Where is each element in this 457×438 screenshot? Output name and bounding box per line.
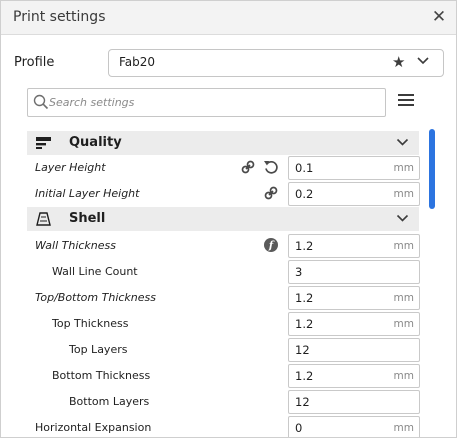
setting-value: 1.2 bbox=[295, 369, 314, 383]
setting-label: Top Thickness bbox=[52, 317, 129, 330]
chevron-down-icon[interactable] bbox=[396, 214, 409, 223]
setting-unit: mm bbox=[393, 162, 414, 174]
setting-unit: mm bbox=[393, 422, 414, 434]
setting-label: Wall Thickness bbox=[35, 239, 116, 252]
setting-label: Bottom Layers bbox=[69, 395, 150, 408]
quality-icon bbox=[36, 137, 51, 149]
setting-row-initial-layer-height: Initial Layer Height 0.2 mm bbox=[27, 181, 423, 207]
wall-line-count-input[interactable]: 3 bbox=[288, 260, 420, 284]
search-icon bbox=[33, 94, 49, 110]
setting-value: 1.2 bbox=[295, 317, 314, 331]
scrollbar-thumb[interactable] bbox=[429, 129, 435, 209]
category-shell[interactable]: Shell bbox=[27, 207, 419, 231]
setting-value: 0 bbox=[295, 421, 303, 435]
print-settings-panel: Print settings ✕ Profile Fab20 ★ Search … bbox=[0, 0, 457, 438]
setting-label: Layer Height bbox=[35, 161, 106, 174]
category-label: Shell bbox=[69, 211, 106, 226]
setting-row-layer-height: Layer Height 0.1 mm bbox=[27, 155, 423, 181]
category-quality[interactable]: Quality bbox=[27, 131, 419, 155]
setting-row-bottom-layers: Bottom Layers 12 bbox=[27, 389, 423, 415]
setting-value: 1.2 bbox=[295, 239, 314, 253]
top-layers-input[interactable]: 12 bbox=[288, 338, 420, 362]
panel-title: Print settings bbox=[13, 9, 106, 25]
setting-value: 0.1 bbox=[295, 161, 314, 175]
setting-unit: mm bbox=[393, 318, 414, 330]
setting-value: 12 bbox=[295, 343, 310, 357]
profile-label: Profile bbox=[14, 55, 55, 70]
function-icon[interactable]: f bbox=[263, 237, 279, 253]
shell-icon bbox=[36, 212, 51, 226]
reset-icon[interactable] bbox=[263, 159, 279, 175]
initial-layer-height-input[interactable]: 0.2 mm bbox=[288, 182, 420, 206]
setting-label: Bottom Thickness bbox=[52, 369, 151, 382]
setting-row-wall-thickness: Wall Thickness f 1.2 mm bbox=[27, 233, 423, 259]
setting-row-top-layers: Top Layers 12 bbox=[27, 337, 423, 363]
bottom-thickness-input[interactable]: 1.2 mm bbox=[288, 364, 420, 388]
setting-row-bottom-thickness: Bottom Thickness 1.2 mm bbox=[27, 363, 423, 389]
setting-unit: mm bbox=[393, 188, 414, 200]
setting-unit: mm bbox=[393, 370, 414, 382]
setting-row-wall-line-count: Wall Line Count 3 bbox=[27, 259, 423, 285]
top-thickness-input[interactable]: 1.2 mm bbox=[288, 312, 420, 336]
setting-label: Wall Line Count bbox=[52, 265, 138, 278]
top-bottom-thickness-input[interactable]: 1.2 mm bbox=[288, 286, 420, 310]
wall-thickness-input[interactable]: 1.2 mm bbox=[288, 234, 420, 258]
profile-value: Fab20 bbox=[119, 55, 156, 69]
chevron-down-icon[interactable] bbox=[416, 56, 430, 66]
link-icon[interactable] bbox=[263, 185, 279, 201]
setting-value: 3 bbox=[295, 265, 303, 279]
profile-select[interactable]: Fab20 ★ bbox=[108, 49, 444, 77]
setting-label: Top Layers bbox=[69, 343, 128, 356]
title-bar: Print settings ✕ bbox=[1, 1, 456, 35]
search-placeholder: Search settings bbox=[49, 96, 135, 109]
setting-row-horizontal-expansion: Horizontal Expansion 0 mm bbox=[27, 415, 423, 437]
setting-unit: mm bbox=[393, 240, 414, 252]
setting-label: Initial Layer Height bbox=[35, 187, 140, 200]
setting-label: Horizontal Expansion bbox=[35, 421, 152, 434]
setting-value: 1.2 bbox=[295, 291, 314, 305]
setting-unit: mm bbox=[393, 292, 414, 304]
chevron-down-icon[interactable] bbox=[396, 138, 409, 147]
setting-value: 12 bbox=[295, 395, 310, 409]
setting-row-top-thickness: Top Thickness 1.2 mm bbox=[27, 311, 423, 337]
horizontal-expansion-input[interactable]: 0 mm bbox=[288, 416, 420, 437]
setting-label: Top/Bottom Thickness bbox=[35, 291, 156, 304]
setting-value: 0.2 bbox=[295, 187, 314, 201]
search-input[interactable]: Search settings bbox=[27, 88, 386, 117]
settings-list: Quality Layer Height 0.1 mm Initial Laye bbox=[27, 129, 423, 437]
hamburger-menu-icon[interactable] bbox=[398, 94, 414, 108]
setting-row-top-bottom-thickness: Top/Bottom Thickness 1.2 mm bbox=[27, 285, 423, 311]
close-icon[interactable]: ✕ bbox=[429, 7, 449, 27]
layer-height-input[interactable]: 0.1 mm bbox=[288, 156, 420, 180]
bottom-layers-input[interactable]: 12 bbox=[288, 390, 420, 414]
category-label: Quality bbox=[69, 135, 122, 150]
star-icon[interactable]: ★ bbox=[392, 54, 405, 71]
link-icon[interactable] bbox=[240, 159, 256, 175]
